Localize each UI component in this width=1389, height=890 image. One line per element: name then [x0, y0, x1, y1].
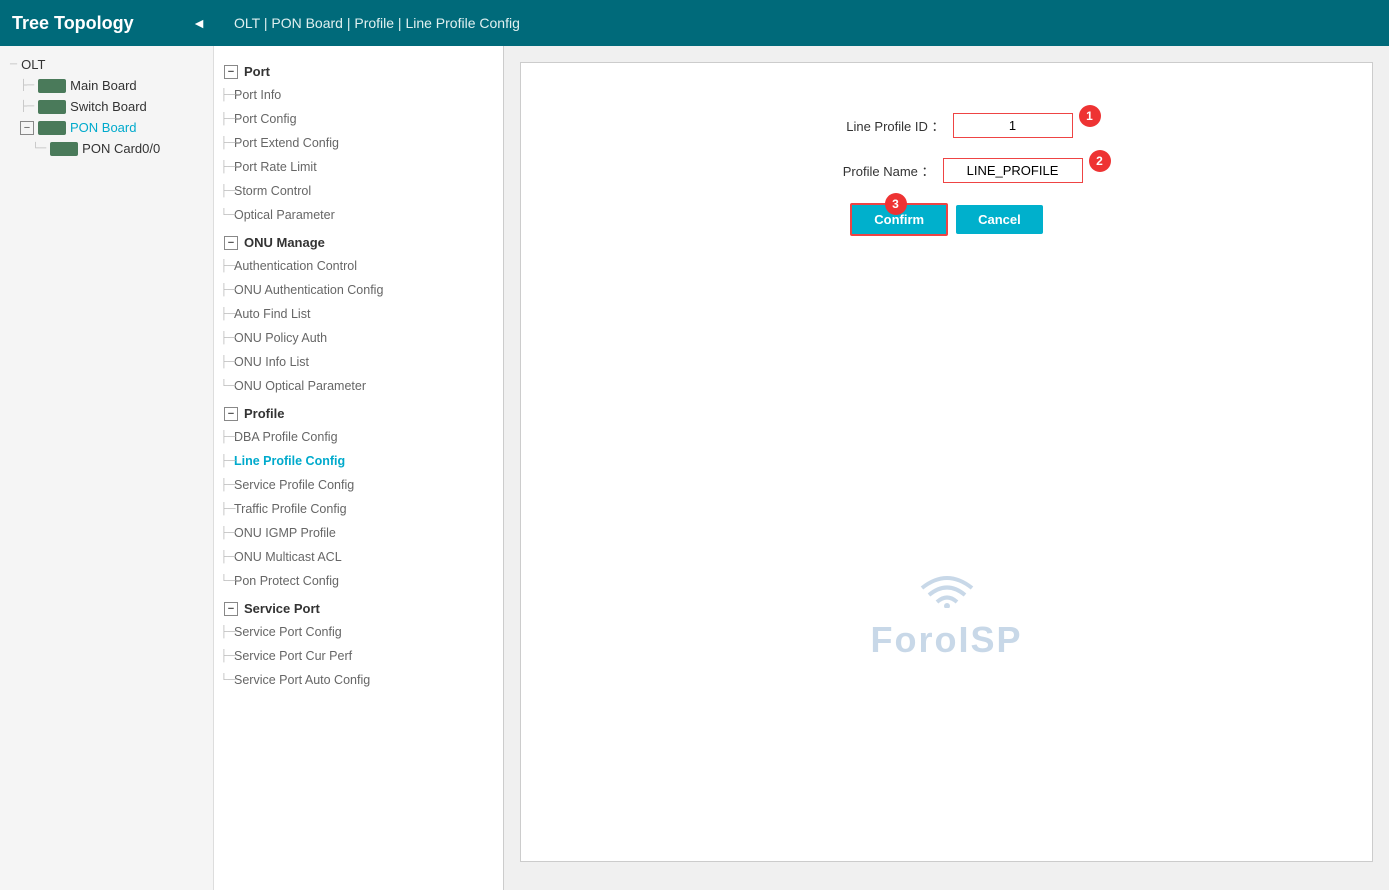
menu-storm-control[interactable]: Storm Control — [214, 179, 503, 203]
line-profile-id-row: Line Profile ID ： 1 — [581, 113, 1312, 138]
menu-port-info[interactable]: Port Info — [214, 83, 503, 107]
menu-optical-parameter[interactable]: Optical Parameter — [214, 203, 503, 227]
switch-board-label: Switch Board — [70, 99, 147, 114]
menu-service-port-auto-config[interactable]: Service Port Auto Config — [214, 668, 503, 692]
main-container: ─ OLT ├─ Main Board ├─ Switch Board − PO… — [0, 46, 1389, 890]
menu-service-port-config[interactable]: Service Port Config — [214, 620, 503, 644]
line-profile-form: Line Profile ID ： 1 Profile Name ： 2 3 C… — [541, 83, 1352, 286]
menu-onu-optical-param[interactable]: ONU Optical Parameter — [214, 374, 503, 398]
service-port-section-expand[interactable]: − — [224, 602, 238, 616]
watermark-text: ForoISP — [870, 619, 1022, 660]
profile-name-row: Profile Name ： 2 — [581, 158, 1312, 183]
profile-section-header: − Profile — [214, 398, 503, 425]
profile-section-label: Profile — [244, 406, 284, 421]
service-port-section-label: Service Port — [244, 601, 320, 616]
sidebar-item-pon-card[interactable]: └─ PON Card0/0 — [0, 138, 213, 159]
main-board-label: Main Board — [70, 78, 136, 93]
sidebar-item-pon-board[interactable]: − PON Board — [0, 117, 213, 138]
watermark-wifi-icon — [870, 568, 1022, 615]
sidebar-item-switch-board[interactable]: ├─ Switch Board — [0, 96, 213, 117]
service-port-section-header: − Service Port — [214, 593, 503, 620]
profile-name-label: Profile Name ： — [783, 161, 943, 180]
port-menu-items: Port Info Port Config Port Extend Config… — [214, 83, 503, 227]
menu-service-port-cur-perf[interactable]: Service Port Cur Perf — [214, 644, 503, 668]
form-buttons-row: 3 Confirm Cancel — [581, 203, 1312, 236]
menu-auth-control[interactable]: Authentication Control — [214, 254, 503, 278]
onu-manage-section-header: − ONU Manage — [214, 227, 503, 254]
menu-onu-info-list[interactable]: ONU Info List — [214, 350, 503, 374]
profile-name-input[interactable] — [943, 158, 1083, 183]
header: Tree Topology ◄ OLT | PON Board | Profil… — [0, 0, 1389, 46]
pon-board-icon — [38, 121, 66, 135]
tree-topology-title: Tree Topology — [12, 13, 134, 34]
menu-service-profile-config[interactable]: Service Profile Config — [214, 473, 503, 497]
menu-line-profile-config[interactable]: Line Profile Config — [214, 449, 503, 473]
switch-board-icon — [38, 100, 66, 114]
olt-label: OLT — [21, 57, 45, 72]
cancel-button[interactable]: Cancel — [956, 205, 1043, 234]
breadcrumb: OLT | PON Board | Profile | Line Profile… — [214, 15, 520, 31]
sidebar-collapse-button[interactable]: ◄ — [192, 15, 214, 31]
watermark: ForoISP — [870, 568, 1022, 661]
step-badge-3: 3 — [885, 193, 907, 215]
menu-auto-find-list[interactable]: Auto Find List — [214, 302, 503, 326]
step-badge-2: 2 — [1089, 150, 1111, 172]
port-section-label: Port — [244, 64, 270, 79]
menu-port-config[interactable]: Port Config — [214, 107, 503, 131]
pon-card-icon — [50, 142, 78, 156]
port-section-header: − Port — [214, 56, 503, 83]
onu-manage-menu-items: Authentication Control ONU Authenticatio… — [214, 254, 503, 398]
menu-onu-auth-config[interactable]: ONU Authentication Config — [214, 278, 503, 302]
menu-pon-protect-config[interactable]: Pon Protect Config — [214, 569, 503, 593]
profile-menu-items: DBA Profile Config Line Profile Config S… — [214, 425, 503, 593]
pon-board-expand[interactable]: − — [20, 121, 34, 135]
line-profile-id-input[interactable] — [953, 113, 1073, 138]
menu-traffic-profile-config[interactable]: Traffic Profile Config — [214, 497, 503, 521]
onu-manage-section-expand[interactable]: − — [224, 236, 238, 250]
line-profile-id-label: Line Profile ID ： — [793, 116, 953, 135]
content-inner: Line Profile ID ： 1 Profile Name ： 2 3 C… — [520, 62, 1373, 862]
sidebar-item-olt[interactable]: ─ OLT — [0, 54, 213, 75]
port-section-expand[interactable]: − — [224, 65, 238, 79]
menu-dba-profile-config[interactable]: DBA Profile Config — [214, 425, 503, 449]
sidebar-title: Tree Topology ◄ — [0, 13, 214, 34]
step-badge-1: 1 — [1079, 105, 1101, 127]
content-area: Line Profile ID ： 1 Profile Name ： 2 3 C… — [504, 46, 1389, 890]
pon-card-label: PON Card0/0 — [82, 141, 160, 156]
pon-board-label: PON Board — [70, 120, 136, 135]
menu-port-extend-config[interactable]: Port Extend Config — [214, 131, 503, 155]
service-port-menu-items: Service Port Config Service Port Cur Per… — [214, 620, 503, 692]
menu-onu-policy-auth[interactable]: ONU Policy Auth — [214, 326, 503, 350]
menu-onu-igmp-profile[interactable]: ONU IGMP Profile — [214, 521, 503, 545]
menu-onu-multicast-acl[interactable]: ONU Multicast ACL — [214, 545, 503, 569]
menu-port-rate-limit[interactable]: Port Rate Limit — [214, 155, 503, 179]
sidebar: ─ OLT ├─ Main Board ├─ Switch Board − PO… — [0, 46, 214, 890]
sidebar-item-main-board[interactable]: ├─ Main Board — [0, 75, 213, 96]
menu-panel: − Port Port Info Port Config Port Extend… — [214, 46, 504, 890]
profile-section-expand[interactable]: − — [224, 407, 238, 421]
main-board-icon — [38, 79, 66, 93]
onu-manage-section-label: ONU Manage — [244, 235, 325, 250]
